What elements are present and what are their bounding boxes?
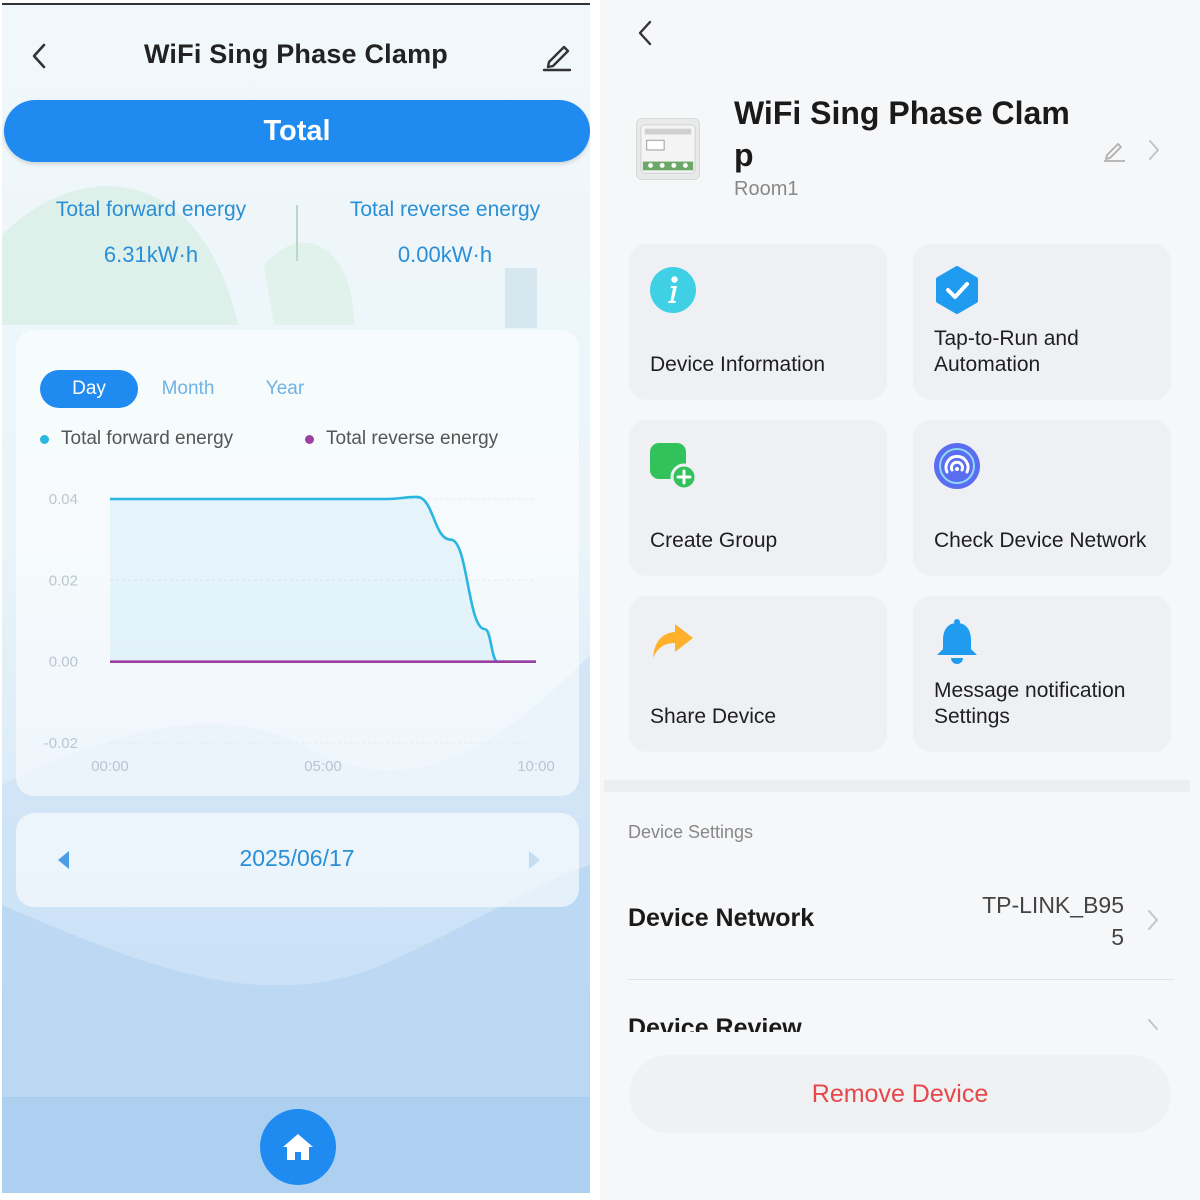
x-tick-label: 10:00: [517, 758, 555, 775]
period-tab-month[interactable]: Month: [150, 370, 226, 408]
back-chevron-icon[interactable]: [634, 16, 658, 50]
tile-tap-to-run[interactable]: Tap-to-Run and Automation: [913, 244, 1171, 400]
section-separator: [604, 780, 1190, 792]
device-review-label: Device Review: [628, 1014, 802, 1032]
tile-label: Device Information: [650, 353, 826, 376]
device-review-row[interactable]: Device Review: [628, 1012, 1174, 1032]
network-icon: [934, 443, 980, 489]
period-tab-year[interactable]: Year: [252, 370, 318, 408]
device-settings-panel: WiFi Sing Phase Clamp Room1 Device Infor…: [600, 0, 1200, 1200]
section-header-device-settings: Device Settings: [628, 822, 754, 842]
selected-date: 2025/06/17: [239, 845, 355, 871]
y-tick-label: 0.04: [49, 491, 78, 508]
tile-create-group[interactable]: Create Group: [629, 420, 887, 576]
tile-message-notification[interactable]: Message notification Settings: [913, 596, 1171, 752]
check-badge-icon: [936, 266, 978, 314]
legend-forward-label: Total forward energy: [61, 428, 234, 449]
edit-name-icon[interactable]: [1102, 138, 1126, 162]
share-icon: [653, 624, 693, 658]
info-icon: [650, 267, 696, 313]
x-tick-label: 05:00: [304, 758, 342, 775]
tile-label: Share Device: [650, 705, 777, 728]
remove-device-button[interactable]: Remove Device: [629, 1055, 1171, 1133]
device-room: Room1: [734, 178, 799, 200]
legend-reverse: Total reverse energy: [305, 428, 498, 450]
x-tick-label: 00:00: [91, 758, 129, 775]
device-name: WiFi Sing Phase Clamp: [734, 95, 1070, 173]
device-detail-chevron-icon[interactable]: [1146, 136, 1162, 164]
reverse-energy-value: 0.00kW·h: [397, 242, 493, 267]
tile-label: Create Group: [650, 529, 778, 552]
forward-area-fill: [110, 496, 536, 662]
energy-line-chart: 0.04 0.02 0.00 -0.02 00:00 05:00 10:00: [44, 491, 555, 775]
tile-share-device[interactable]: Share Device: [629, 596, 887, 752]
screenshot-root: WiFi Sing Phase Clamp Total Total forwar…: [0, 0, 1200, 1200]
chevron-right-icon[interactable]: [1146, 907, 1160, 933]
tile-label: Tap-to-Run and Automation: [934, 327, 1079, 376]
legend-reverse-label: Total reverse energy: [326, 428, 499, 449]
row-divider: [628, 979, 1174, 980]
chevron-right-icon[interactable]: [1146, 1016, 1160, 1032]
page-title: WiFi Sing Phase Clamp: [143, 39, 448, 69]
home-button[interactable]: [260, 1109, 336, 1185]
tab-total[interactable]: Total: [4, 100, 590, 162]
energy-divider: [296, 205, 298, 261]
bell-icon: [937, 619, 977, 664]
device-network-value: TP-LINK_B955: [982, 892, 1124, 950]
y-tick-label: -0.02: [44, 735, 78, 752]
create-group-icon: [650, 443, 697, 490]
tile-device-information[interactable]: Device Information: [629, 244, 887, 400]
tile-label: Check Device Network: [934, 529, 1147, 552]
forward-energy-label: Total forward energy: [55, 198, 247, 221]
reverse-energy-label: Total reverse energy: [349, 198, 541, 221]
legend-forward-dot: [40, 434, 49, 444]
energy-panel: WiFi Sing Phase Clamp Total Total forwar…: [2, 3, 590, 1193]
y-tick-label: 0.02: [49, 572, 78, 589]
edit-pencil-icon[interactable]: [540, 38, 574, 74]
device-thumbnail: [636, 118, 700, 180]
legend-reverse-dot: [305, 434, 314, 444]
tile-label: Message notification Settings: [934, 679, 1126, 728]
forward-energy-value: 6.31kW·h: [103, 242, 199, 267]
period-tab-day[interactable]: Day: [40, 370, 138, 408]
y-tick-label: 0.00: [49, 654, 78, 671]
device-network-label[interactable]: Device Network: [628, 904, 814, 933]
legend-forward: Total forward energy: [40, 428, 233, 450]
tile-check-device-network[interactable]: Check Device Network: [913, 420, 1171, 576]
next-date-icon[interactable]: [526, 850, 542, 870]
home-icon: [283, 1134, 313, 1160]
